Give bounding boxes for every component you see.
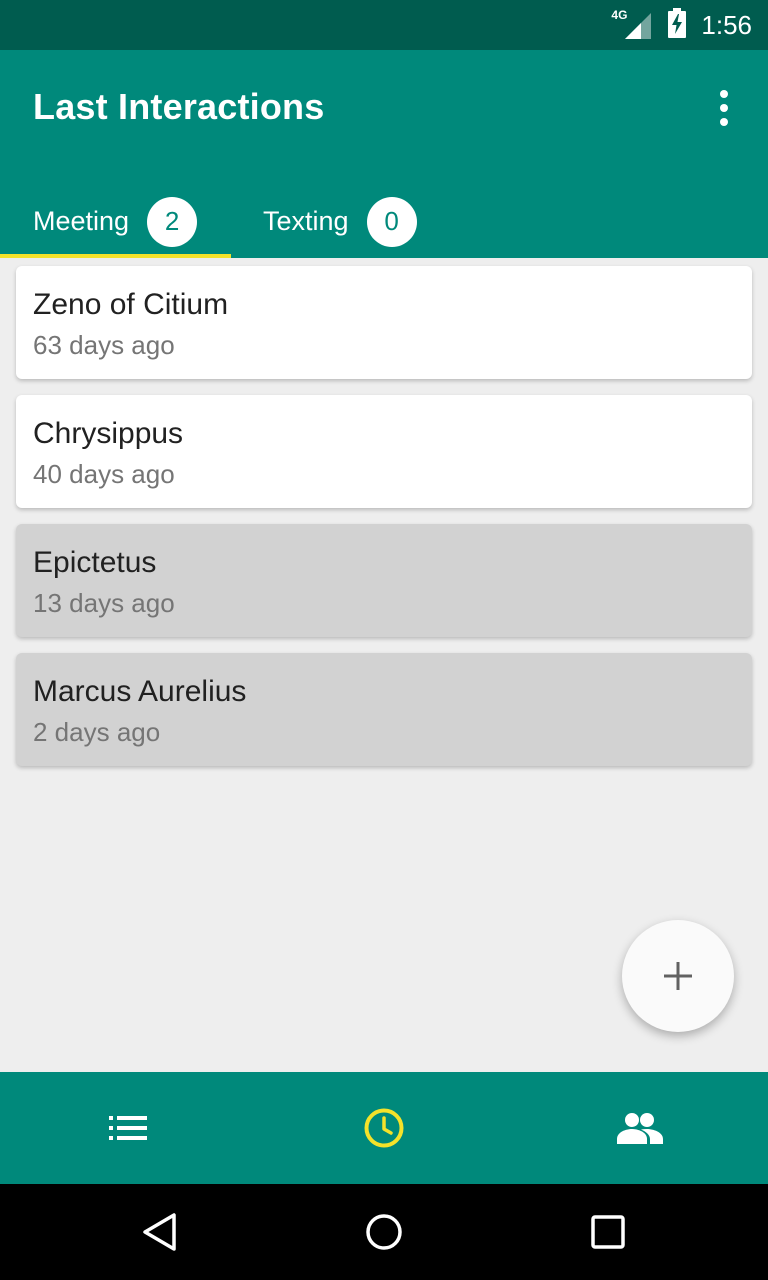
more-vert-icon[interactable] [710,88,738,128]
tab-texting-label: Texting [263,206,349,236]
last-interaction-time: 13 days ago [33,588,175,618]
tab-meeting[interactable]: Meeting 2 [0,185,231,258]
tab-texting[interactable]: Texting 0 [231,185,462,258]
home-button[interactable] [324,1184,444,1280]
system-navigation-bar [0,1184,768,1280]
last-interaction-time: 63 days ago [33,330,175,360]
status-bar: 4G 1:56 [0,0,768,50]
app-title: Last Interactions [33,86,325,127]
battery-charging-icon [667,7,687,43]
interaction-card[interactable]: Epictetus 13 days ago [16,524,752,637]
nav-list[interactable] [0,1072,256,1184]
people-icon [617,1113,663,1144]
tab-meeting-count-badge: 2 [147,196,198,247]
clock-icon [364,1108,404,1148]
tab-meeting-label: Meeting [33,206,130,236]
app-bar: Last Interactions Meeting 2 Texting 0 [0,50,768,258]
interaction-card[interactable]: Zeno of Citium 63 days ago [16,266,752,379]
back-icon [143,1213,176,1251]
list-icon [109,1116,147,1140]
contact-name: Chrysippus [33,417,184,450]
contact-name: Epictetus [33,546,157,579]
recents-button[interactable] [548,1184,668,1280]
last-interaction-time: 2 days ago [33,717,161,747]
interaction-list: Zeno of Citium 63 days ago Chrysippus 40… [16,266,752,782]
last-interaction-time: 40 days ago [33,459,175,489]
contact-name: Marcus Aurelius [33,675,247,708]
nav-contacts[interactable] [512,1072,768,1184]
nav-recent[interactable] [256,1072,512,1184]
plus-icon [664,962,692,990]
contact-name: Zeno of Citium [33,288,229,321]
back-button[interactable] [100,1184,220,1280]
bottom-navigation [0,1072,768,1184]
interaction-card[interactable]: Chrysippus 40 days ago [16,395,752,508]
tab-selected-indicator [0,254,231,258]
home-icon [366,1214,402,1250]
status-time: 1:56 [701,9,752,40]
status-icons: 4G 1:56 [611,7,752,43]
recents-icon [591,1215,625,1249]
network-type-label: 4G [611,8,628,22]
add-interaction-button[interactable] [622,920,734,1032]
tab-texting-count-badge: 0 [366,196,417,247]
interaction-card[interactable]: Marcus Aurelius 2 days ago [16,653,752,766]
cell-signal-icon: 4G [611,8,653,40]
